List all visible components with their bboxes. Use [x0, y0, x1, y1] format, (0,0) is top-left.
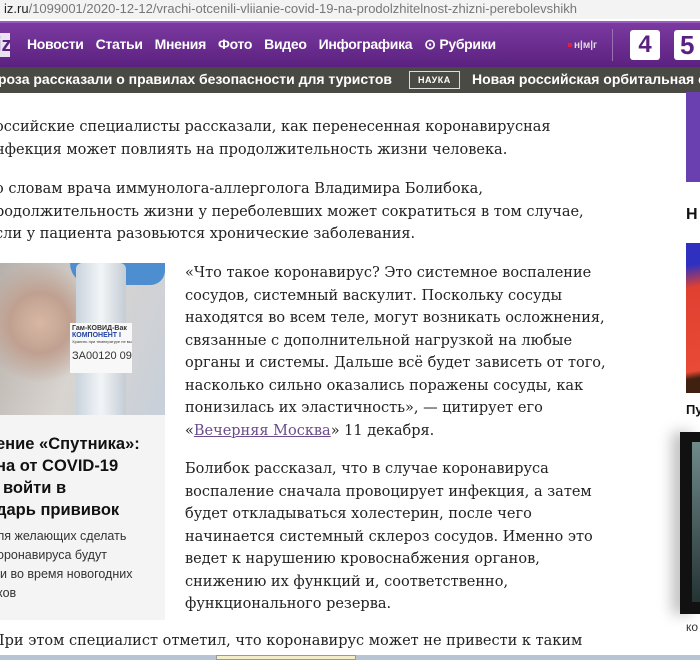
text-line: сосудов, системный васкулит. Поскольку с… [185, 287, 563, 304]
vial-name: Гам-КОВИД-Вак [72, 325, 127, 332]
url-path: /1099001/2020-12-12/vrachi-otcenili-vlii… [28, 1, 578, 16]
text-line: нфекция может повлиять на продолжительно… [0, 141, 508, 158]
text-line: начинается системный склероз сосудов. Им… [185, 528, 593, 545]
vial-label: Гам-КОВИД-Вак КОМПОНЕНТ I Хранить при те… [70, 323, 132, 373]
quote-open: « [185, 422, 194, 439]
paragraph-2: о словам врача иммунолога-аллерголога Вл… [0, 178, 584, 246]
card-summary: ля желающих сделать оронавируса будут и … [0, 527, 132, 603]
chevron-circle-icon: ⊙ [424, 36, 436, 52]
related-article-card[interactable]: Гам-КОВИД-Вак КОМПОНЕНТ I Хранить при те… [0, 263, 165, 620]
paragraph-quote: «Что такое коронавирус? Это системное во… [185, 262, 606, 442]
text-line: функционального резерва. [185, 596, 392, 612]
paragraph-4: Болибок рассказал, что в случае коронави… [185, 458, 593, 616]
video-caption: ко [686, 620, 699, 634]
vaccine-photo: Гам-КОВИД-Вак КОМПОНЕНТ I Хранить при те… [0, 263, 165, 415]
title-line: ение «Спутника»: [0, 435, 140, 453]
card-title[interactable]: ение «Спутника»: на от COVID-19 войти в … [0, 433, 140, 521]
nav-infographics[interactable]: Инфографика [319, 36, 413, 53]
address-bar[interactable]: iz.ru/1099001/2020-12-12/vrachi-otcenili… [0, 0, 700, 19]
text-line: Болибок рассказал, что в случае коронави… [185, 461, 549, 477]
summary-line: и во время новогодних [0, 567, 133, 581]
text-line: снижению их функций и, соответственно, [185, 573, 509, 590]
video-frame [692, 442, 700, 602]
video-player[interactable] [680, 432, 700, 614]
text-line: будет откладываться холестерин, после че… [185, 506, 532, 522]
title-line: дарь прививок [0, 501, 120, 519]
text-line: находятся во всем теле, могут возникать … [185, 310, 605, 326]
taskbar-button[interactable] [216, 655, 356, 660]
title-line: на от COVID-19 [0, 457, 119, 475]
text-line: органы и системы. Дальше всё будет завис… [185, 355, 606, 371]
nav-rubrics-label: Рубрики [439, 36, 496, 52]
channel-4-logo[interactable]: 4 [630, 30, 660, 60]
ticker-item[interactable]: роза рассказали о правилах безопасности … [0, 71, 392, 87]
quote-end: » 11 декабря. [330, 422, 435, 439]
nmg-label: н|м|г [574, 40, 598, 51]
text-line: связанные с дополнительной нагрузкой на … [185, 332, 573, 349]
nav-photo[interactable]: Фото [218, 36, 252, 53]
main-nav: iz Новости Статьи Мнения Фото Видео Инфо… [0, 21, 700, 67]
title-line: войти в [3, 479, 67, 497]
ticker-tag[interactable]: НАУКА [409, 71, 460, 89]
ticker-item[interactable]: Новая российская орбитальная с [472, 71, 700, 87]
nav-rubrics[interactable]: ⊙ Рубрики [424, 36, 496, 53]
nav-news[interactable]: Новости [27, 36, 84, 53]
vial-note: Хранить при температуре не выше минус 18… [72, 339, 132, 344]
vial-component: КОМПОНЕНТ I [72, 332, 121, 339]
site-logo[interactable]: iz [0, 33, 10, 57]
text-line: оссийские специалисты рассказали, как пе… [0, 119, 551, 135]
nav-opinions[interactable]: Мнения [155, 36, 207, 53]
text-line: понизилась их эластичность», — цитирует … [185, 400, 543, 416]
source-link[interactable]: Вечерняя Москва [194, 423, 331, 439]
text-line: «Что такое коронавирус? Это системное во… [185, 265, 592, 281]
news-ticker: роза рассказали о правилах безопасности … [0, 67, 700, 93]
text-line: родолжительность жизни у переболевших мо… [0, 203, 584, 220]
nav-articles[interactable]: Статьи [96, 36, 143, 53]
ad-banner[interactable] [686, 92, 700, 182]
divider [612, 29, 613, 61]
channel-5-logo[interactable]: 5 [674, 30, 700, 60]
taskbar [0, 655, 700, 660]
paragraph-1: оссийские специалисты рассказали, как пе… [0, 116, 551, 161]
text-line: насколько сильно оказались поражены сосу… [185, 377, 584, 394]
summary-line: ля желающих сделать [0, 529, 127, 543]
nav-video[interactable]: Видео [264, 36, 307, 53]
text-line: сли у пациента разовьются хронические за… [0, 226, 416, 242]
vial-number: ЗА00120 09 [72, 350, 132, 362]
paragraph-5: При этом специалист отметил, что коронав… [0, 633, 583, 649]
vial: Гам-КОВИД-Вак КОМПОНЕНТ I Хранить при те… [70, 263, 132, 415]
sidebar-news-image[interactable] [686, 243, 700, 393]
nmg-links[interactable]: н|м|г [568, 40, 597, 51]
text-line: воспаление сначала провоцирует инфекция,… [185, 483, 592, 500]
text-line: ведет к нарушению кровоснабжения органов… [185, 551, 540, 567]
summary-line: ков [0, 586, 17, 600]
text-line: о словам врача иммунолога-аллерголога Вл… [0, 181, 483, 197]
red-dot-icon [568, 43, 572, 48]
summary-line: оронавируса будут [0, 548, 107, 562]
sidebar-news-caption[interactable]: Пу [686, 402, 700, 417]
url-domain: iz.ru [4, 1, 29, 16]
text-line: «Вечерняя Москва» 11 декабря. [185, 420, 606, 443]
sidebar-heading: Н [686, 206, 698, 223]
